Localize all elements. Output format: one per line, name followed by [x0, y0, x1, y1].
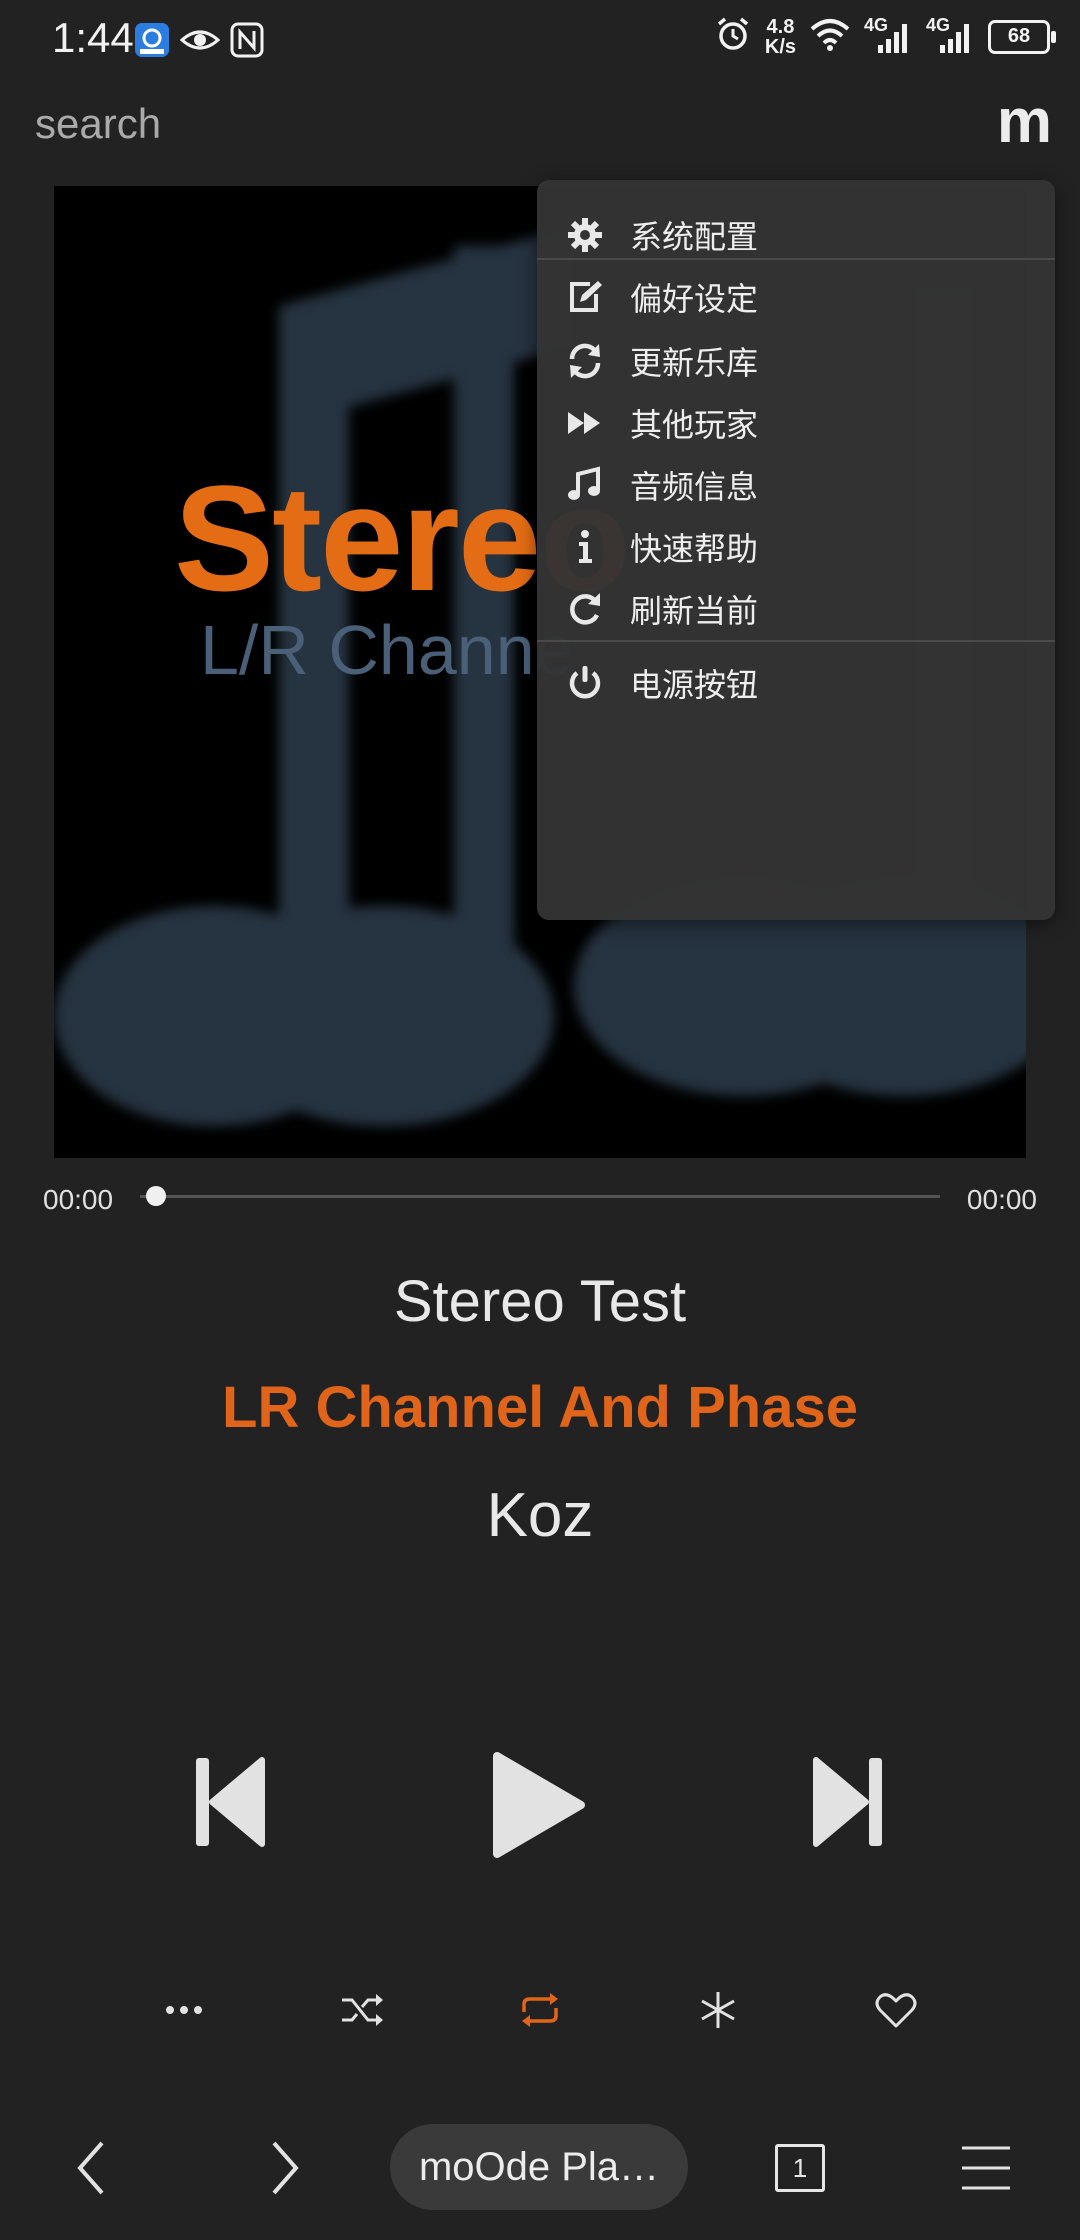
favorite-button[interactable] — [856, 1980, 936, 2040]
menu-item-label: 快速帮助 — [630, 530, 759, 568]
redo-icon — [563, 587, 607, 631]
song-title: Stereo Test — [393, 1269, 687, 1334]
menu-item-label: 其他玩家 — [630, 406, 759, 444]
signal-bars-icon — [940, 23, 969, 53]
chevron-right-icon — [272, 2141, 299, 2195]
music-note-icon — [563, 463, 607, 507]
asterisk-icon — [701, 1992, 735, 2028]
alarm-icon — [715, 16, 751, 57]
fast-forward-icon — [563, 401, 607, 445]
chevron-left-icon — [77, 2141, 104, 2195]
status-time: 1:44 — [52, 14, 134, 61]
network-speed: 4.8 K/s — [765, 17, 796, 57]
repeat-icon — [522, 1993, 558, 2027]
cellular-signal-1: 4G — [864, 15, 912, 55]
power-icon — [563, 661, 607, 705]
hamburger-menu-button[interactable] — [960, 2142, 1012, 2194]
progress-track[interactable] — [140, 1195, 940, 1198]
skip-next-icon — [813, 1757, 882, 1847]
shuffle-button[interactable] — [322, 1980, 402, 2040]
total-time: 00:00 — [966, 1184, 1037, 1215]
menu-item-label: 系统配置 — [630, 218, 759, 256]
status-left-icons — [134, 22, 264, 63]
random-play-button[interactable] — [678, 1980, 758, 2040]
play-button[interactable] — [484, 1750, 590, 1860]
ellipsis-icon — [166, 2006, 202, 2014]
app-notification-icon — [134, 22, 170, 63]
moode-menu-button[interactable]: m — [997, 86, 1052, 157]
hamburger-icon — [962, 2146, 1010, 2190]
player-name-button[interactable]: moOde Pla… — [390, 2124, 688, 2210]
menu-item-label: 更新乐库 — [630, 344, 759, 382]
menu-item-label: 刷新当前 — [630, 592, 759, 630]
shuffle-icon — [342, 1994, 383, 2026]
menu-item-label: 电源按钮 — [630, 666, 759, 704]
menu-item-power[interactable]: 电源按钮 — [537, 643, 1055, 723]
cover-subtitle-text: L/R Channe — [200, 611, 574, 689]
next-track-button[interactable] — [808, 1752, 888, 1852]
cellular-signal-2: 4G — [926, 15, 974, 55]
menu-divider — [537, 258, 1055, 260]
main-dropdown-menu: 系统配置 偏好设定 更新乐库 其他玩家 音频信息 快速帮助 刷新当前 电源按钮 — [537, 180, 1055, 920]
battery-icon: 68 — [988, 19, 1056, 54]
eye-icon — [179, 22, 221, 63]
battery-level: 68 — [1007, 25, 1031, 47]
previous-track-button[interactable] — [190, 1752, 270, 1852]
play-icon — [493, 1752, 585, 1858]
forward-button[interactable] — [260, 2140, 310, 2196]
song-album[interactable]: LR Channel And Phase — [0, 1374, 1080, 1441]
queue-button[interactable]: 1 — [775, 2144, 825, 2192]
signal-bars-icon — [878, 23, 907, 53]
info-icon — [563, 525, 607, 569]
back-button[interactable] — [66, 2140, 116, 2196]
more-options-button[interactable] — [144, 1980, 224, 2040]
status-bar: 1:44 4.8 K/s 4G 4G 68 — [0, 0, 1080, 84]
repeat-button[interactable] — [500, 1980, 580, 2040]
search-input[interactable]: search — [35, 100, 161, 148]
menu-item-label: 偏好设定 — [630, 280, 759, 318]
status-right-icons: 4.8 K/s 4G 4G 68 — [715, 15, 1056, 57]
gear-icon — [563, 213, 607, 257]
skip-previous-icon — [196, 1757, 265, 1847]
progress-knob[interactable] — [146, 1186, 166, 1206]
menu-item-refresh-current[interactable]: 刷新当前 — [537, 569, 1055, 649]
elapsed-time: 00:00 — [43, 1184, 114, 1215]
refresh-icon — [563, 339, 607, 383]
network-speed-unit: K/s — [764, 35, 796, 58]
menu-divider — [537, 640, 1055, 642]
menu-item-label: 音频信息 — [630, 468, 759, 506]
network-speed-value: 4.8 — [766, 15, 795, 38]
song-artist[interactable]: Koz — [0, 1480, 1080, 1551]
heart-icon — [875, 1993, 917, 2028]
nfc-icon — [230, 22, 264, 63]
edit-icon — [563, 275, 607, 319]
wifi-icon — [810, 17, 850, 56]
